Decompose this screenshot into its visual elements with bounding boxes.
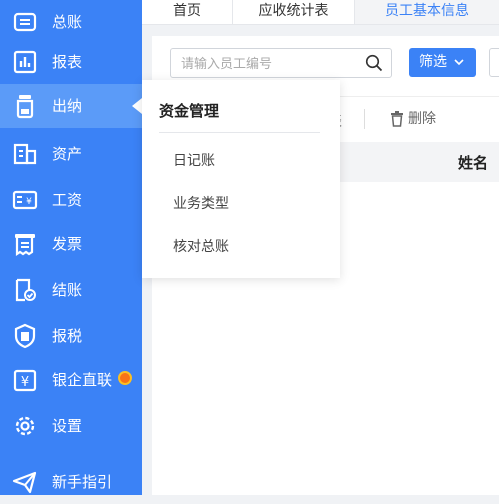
search-input[interactable] <box>179 53 363 75</box>
sidebar-item-label: 工资 <box>52 191 83 209</box>
sidebar-item-label: 出纳 <box>52 97 83 115</box>
toolbar-divider <box>364 109 365 129</box>
sidebar-item-label: 资产 <box>52 145 83 163</box>
delete-button-label: 删除 <box>408 111 436 127</box>
tab-label: 首页 <box>173 3 201 19</box>
chevron-down-icon <box>454 59 464 66</box>
tab-receivables-report[interactable]: 应收统计表 <box>233 0 355 24</box>
sidebar-item-label: 发票 <box>52 235 83 253</box>
sidebar-item-guide[interactable]: 新手指引 <box>0 460 142 504</box>
submenu-item-business-type[interactable]: 业务类型 <box>173 193 229 213</box>
checkout-icon <box>15 278 36 302</box>
sidebar-item-invoice[interactable]: 发票 <box>0 222 142 266</box>
sidebar: 总账 报表 出纳 资产 ¥ 工资 发票 结账 报税 ¥ 银企直联 设置 新手指引 <box>0 0 142 495</box>
tax-shield-icon <box>14 323 36 349</box>
filter-button[interactable]: 筛选 <box>409 48 476 77</box>
more-button[interactable] <box>489 48 499 77</box>
sidebar-item-assets[interactable]: 资产 <box>0 132 142 176</box>
sidebar-item-label: 银企直联 <box>52 371 113 389</box>
sidebar-item-tax[interactable]: 报税 <box>0 314 142 358</box>
search-icon[interactable] <box>365 54 383 72</box>
sidebar-item-settings[interactable]: 设置 <box>0 404 142 448</box>
search-box <box>170 48 392 78</box>
sidebar-item-salary[interactable]: ¥ 工资 <box>0 178 142 222</box>
tab-home[interactable]: 首页 <box>142 0 233 24</box>
invoice-icon <box>15 234 35 257</box>
tab-bar: 首页 应收统计表 员工基本信息 <box>142 0 499 25</box>
sidebar-item-label: 新手指引 <box>52 473 113 491</box>
cashier-submenu-popover: 资金管理 日记账 业务类型 核对总账 <box>142 80 340 278</box>
gear-icon <box>15 416 35 436</box>
submenu-item-journal[interactable]: 日记账 <box>173 150 215 170</box>
sidebar-item-label: 报税 <box>52 327 83 345</box>
column-header-name: 姓名 <box>458 154 489 172</box>
paper-plane-icon <box>12 471 37 494</box>
sidebar-item-label: 总账 <box>52 13 83 31</box>
sidebar-item-reports[interactable]: 报表 <box>0 40 142 84</box>
submenu-title: 资金管理 <box>159 102 220 120</box>
svg-text:¥: ¥ <box>26 197 32 207</box>
submenu-item-reconcile-ledger[interactable]: 核对总账 <box>173 236 229 256</box>
tab-employee-info[interactable]: 员工基本信息 <box>355 0 499 24</box>
sidebar-item-label: 报表 <box>52 53 83 71</box>
assets-building-icon <box>13 143 37 165</box>
tab-label: 应收统计表 <box>258 3 329 19</box>
active-indicator-caret <box>132 98 142 114</box>
salary-card-icon: ¥ <box>12 190 38 210</box>
sidebar-item-label: 结账 <box>52 281 83 299</box>
tab-label: 员工基本信息 <box>385 3 469 19</box>
sidebar-item-general-ledger[interactable]: 总账 <box>0 0 142 44</box>
trash-icon <box>391 111 403 127</box>
sidebar-item-checkout[interactable]: 结账 <box>0 268 142 312</box>
sidebar-item-cashier[interactable]: 出纳 <box>0 84 142 128</box>
sidebar-item-bank-link[interactable]: ¥ 银企直联 <box>0 358 142 402</box>
submenu-divider <box>159 132 320 133</box>
filter-button-label: 筛选 <box>419 54 447 70</box>
svg-text:¥: ¥ <box>21 375 29 390</box>
fire-badge-icon <box>118 371 132 385</box>
bank-link-icon: ¥ <box>13 369 37 392</box>
sidebar-item-label: 设置 <box>52 417 83 435</box>
report-chart-icon <box>13 50 37 74</box>
cash-jar-icon <box>16 95 34 119</box>
ledger-icon <box>13 12 37 32</box>
